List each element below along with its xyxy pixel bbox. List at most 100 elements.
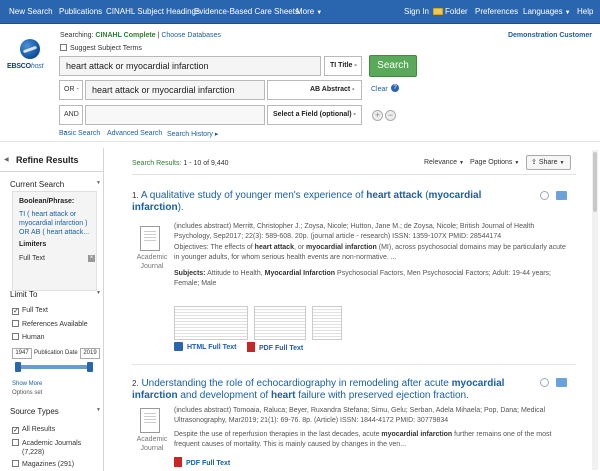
- field-select-1-label: TI Title -: [330, 62, 357, 69]
- result-1-pdf-full-text[interactable]: PDF Full Text: [247, 342, 303, 352]
- nav-languages-label: Languages: [523, 7, 563, 16]
- suggest-label: Suggest Subject Terms: [70, 45, 142, 52]
- limit-references-available[interactable]: References Available: [12, 320, 88, 328]
- show-more-link[interactable]: Show More: [12, 381, 42, 387]
- academic-journal-icon: [140, 408, 160, 433]
- human-checkbox[interactable]: [12, 333, 19, 340]
- source-all-results[interactable]: All Results: [12, 426, 55, 434]
- basic-search-link[interactable]: Basic Search: [59, 130, 100, 137]
- field-select-1[interactable]: TI Title -: [324, 56, 362, 76]
- remove-row-button[interactable]: −: [385, 110, 396, 121]
- current-search-box: Boolean/Phrase: TI ( heart attack or myo…: [12, 191, 97, 291]
- result-1-title[interactable]: 1. A qualitative study of younger men's …: [132, 190, 522, 214]
- result-1-thumbnail-3[interactable]: [312, 306, 342, 340]
- current-search-heading[interactable]: Current Search ▼: [10, 180, 101, 189]
- ebscohost-logo[interactable]: EBSCOhost: [7, 39, 55, 79]
- boolean-operator-2[interactable]: OR -: [59, 80, 83, 100]
- advanced-search-link[interactable]: Advanced Search: [107, 130, 162, 137]
- search-history-link[interactable]: Search History ▸: [167, 130, 218, 138]
- result-2-pdf-full-text[interactable]: PDF Full Text: [174, 457, 230, 467]
- results-divider: [132, 174, 576, 175]
- result-1-thumbnail-2[interactable]: [254, 306, 306, 340]
- chevron-down-icon: ▼: [96, 407, 101, 413]
- source-types-heading[interactable]: Source Types ▼: [10, 407, 101, 416]
- date-slider-handle-left[interactable]: [15, 362, 21, 372]
- search-input-2[interactable]: heart attack or myocardial infarction: [85, 80, 265, 100]
- year-from-input[interactable]: 1947: [12, 348, 32, 359]
- academic-journals-checkbox[interactable]: [12, 439, 19, 446]
- nav-folder[interactable]: Folder: [433, 0, 468, 24]
- magazines-checkbox[interactable]: [12, 460, 19, 467]
- full-text-checkbox[interactable]: [12, 308, 19, 315]
- add-to-folder-icon[interactable]: [556, 378, 567, 387]
- options-set-link[interactable]: Options set: [12, 390, 42, 396]
- choose-databases-link[interactable]: Choose Databases: [161, 32, 221, 39]
- result-1-doc-type: Academic Journal: [136, 254, 168, 270]
- chevron-down-icon: ▼: [96, 180, 101, 186]
- limit-full-text[interactable]: Full Text: [12, 307, 48, 315]
- boolean-operator-3[interactable]: AND -: [59, 105, 83, 136]
- preview-icon[interactable]: [540, 378, 549, 387]
- field-select-2-label: AB Abstract -: [310, 86, 355, 93]
- source-magazines[interactable]: Magazines (291): [12, 460, 74, 468]
- all-results-checkbox[interactable]: [12, 427, 19, 434]
- result-1-html-full-text[interactable]: HTML Full Text: [174, 342, 237, 351]
- result-1-citation: (includes abstract) Merritt, Christopher…: [174, 223, 535, 240]
- nav-preferences[interactable]: Preferences: [475, 0, 518, 24]
- result-2-citation: (includes abstract) Tomoaia, Raluca; Bey…: [174, 407, 546, 424]
- vertical-scrollbar[interactable]: [592, 150, 598, 470]
- date-slider-handle-right[interactable]: [87, 362, 93, 372]
- help-icon[interactable]: ?: [391, 84, 399, 92]
- pdf-icon: [174, 457, 182, 467]
- clear-link[interactable]: Clear: [371, 86, 388, 93]
- nav-cinahl-subject-headings[interactable]: CINAHL Subject Headings: [106, 0, 200, 24]
- database-name: CINAHL Complete: [95, 32, 156, 39]
- field-select-3[interactable]: Select a Field (optional) -: [267, 105, 362, 125]
- field-select-2[interactable]: AB Abstract -: [267, 80, 362, 100]
- suggest-subject-terms[interactable]: Suggest Subject Terms: [60, 44, 142, 52]
- remove-limiter-icon[interactable]: ×: [88, 255, 95, 262]
- chevron-down-icon: ▼: [316, 10, 323, 16]
- nav-evidence-based-care-sheets[interactable]: Evidence-Based Care Sheets: [194, 0, 299, 24]
- publication-date-label: Publication Date: [34, 350, 78, 356]
- nav-publications[interactable]: Publications: [59, 0, 102, 24]
- collapse-sidebar-icon[interactable]: ◀: [4, 156, 11, 164]
- add-row-button[interactable]: +: [372, 110, 383, 121]
- references-checkbox[interactable]: [12, 320, 19, 327]
- page-options-dropdown[interactable]: Page Options ▼: [470, 156, 519, 170]
- search-input-3[interactable]: [85, 105, 265, 125]
- nav-folder-label: Folder: [445, 7, 468, 16]
- result-1-subjects: Subjects: Attitude to Health, Myocardial…: [174, 270, 552, 287]
- sort-relevance-dropdown[interactable]: Relevance ▼: [424, 156, 464, 170]
- logo-wordmark: EBSCOhost: [7, 63, 44, 70]
- add-to-folder-icon[interactable]: [556, 191, 567, 200]
- result-2-abstract: Despite the use of reperfusion therapies…: [174, 431, 552, 448]
- date-range-slider[interactable]: [16, 365, 90, 369]
- academic-journal-icon: [140, 226, 160, 251]
- boolean-phrase-label: Boolean/Phrase:: [19, 198, 75, 205]
- nav-languages[interactable]: Languages ▼: [523, 0, 571, 24]
- scrollbar-thumb[interactable]: [593, 152, 597, 212]
- refine-results-heading: Refine Results: [0, 148, 104, 172]
- year-to-input[interactable]: 2019: [80, 348, 100, 359]
- result-1-thumbnail-1[interactable]: [174, 306, 248, 340]
- share-button[interactable]: ⇪ Share ▼: [526, 155, 571, 170]
- search-button[interactable]: Search: [369, 55, 417, 77]
- result-2-title[interactable]: 2. Understanding the role of echocardiog…: [132, 378, 534, 402]
- limiter-full-text: Full Text: [19, 255, 45, 262]
- searching-line: Searching: CINAHL Complete | Choose Data…: [60, 32, 221, 39]
- limit-to-heading[interactable]: Limit To ▼: [10, 290, 101, 299]
- search-input-1[interactable]: heart attack or myocardial infarction: [59, 56, 321, 76]
- refine-results-sidebar: Refine Results ◀ Current Search ▼ Boolean…: [0, 148, 104, 471]
- searching-label: Searching:: [60, 32, 94, 39]
- nav-help[interactable]: Help: [577, 0, 593, 24]
- html-full-text-icon: [174, 342, 183, 351]
- preview-icon[interactable]: [540, 191, 549, 200]
- suggest-checkbox[interactable]: [60, 44, 67, 51]
- nav-new-search[interactable]: New Search: [9, 0, 53, 24]
- boolean-phrase-value[interactable]: TI ( heart attack or myocardial infarcti…: [19, 210, 97, 237]
- nav-sign-in[interactable]: Sign In: [404, 0, 429, 24]
- limit-human[interactable]: Human: [12, 333, 45, 341]
- nav-more[interactable]: More ▼: [296, 0, 322, 24]
- source-academic-journals[interactable]: Academic Journals (7,228): [12, 439, 100, 457]
